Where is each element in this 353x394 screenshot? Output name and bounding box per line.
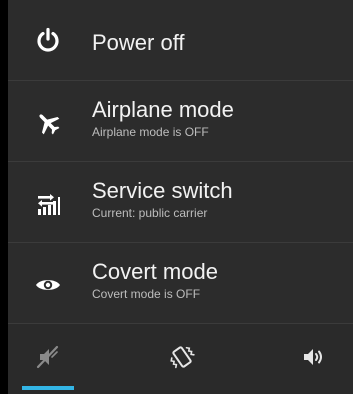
selected-indicator xyxy=(22,386,74,390)
sound-mode-bar xyxy=(8,324,353,394)
airplane-mode-item[interactable]: Airplane mode Airplane mode is OFF xyxy=(8,81,353,161)
covert-mode-title: Covert mode xyxy=(92,259,218,284)
service-switch-status: Current: public carrier xyxy=(92,206,208,220)
service-switch-title: Service switch xyxy=(92,178,233,203)
eye-icon xyxy=(30,267,66,303)
sound-on-icon xyxy=(300,344,326,375)
power-icon xyxy=(30,22,66,58)
silent-mode-button[interactable] xyxy=(8,324,88,394)
vibrate-icon xyxy=(168,343,196,376)
airplane-mode-status: Airplane mode is OFF xyxy=(92,125,209,139)
service-switch-item[interactable]: Service switch Current: public carrier xyxy=(8,162,353,242)
airplane-mode-title: Airplane mode xyxy=(92,97,234,122)
power-options-dialog: Power off Airplane mode Airplane mode is… xyxy=(8,0,353,394)
covert-mode-status: Covert mode is OFF xyxy=(92,287,201,301)
airplane-mode-text: Airplane mode Airplane mode is OFF xyxy=(92,97,343,140)
silent-icon xyxy=(35,344,61,375)
power-off-title: Power off xyxy=(92,30,185,55)
service-switch-text: Service switch Current: public carrier xyxy=(92,178,343,221)
power-off-item[interactable]: Power off xyxy=(8,0,353,80)
airplane-icon xyxy=(30,105,66,141)
covert-mode-item[interactable]: Covert mode Covert mode is OFF xyxy=(8,243,353,323)
power-off-text: Power off xyxy=(92,30,343,56)
covert-mode-text: Covert mode Covert mode is OFF xyxy=(92,259,343,302)
service-switch-icon xyxy=(30,187,66,223)
sound-on-mode-button[interactable] xyxy=(273,324,353,394)
vibrate-mode-button[interactable] xyxy=(142,324,222,394)
